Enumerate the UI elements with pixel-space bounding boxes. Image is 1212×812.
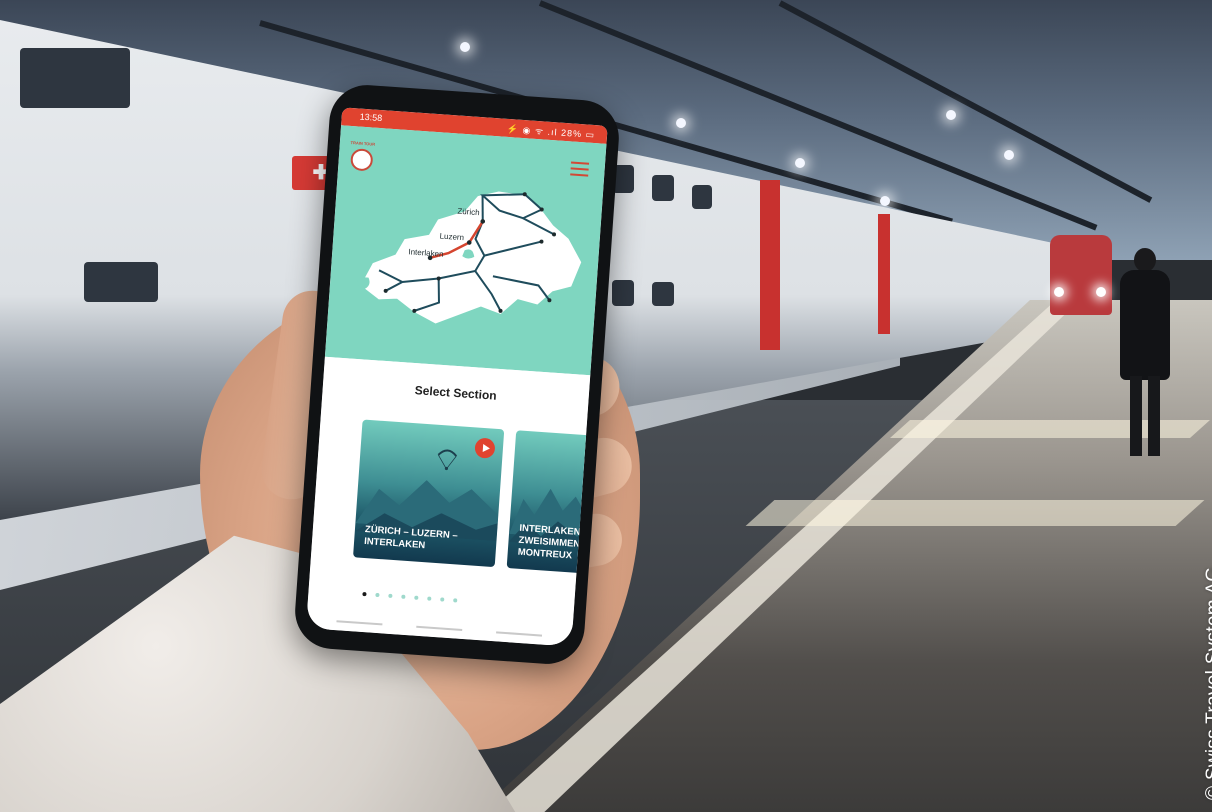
sunlight-strip (745, 500, 1205, 526)
phone-screen: 13:58 ⚡ ◉ ᯤ .ıl 28% ▭ TRAIN TOUR Zürich … (305, 107, 608, 647)
nav-indicator[interactable] (496, 631, 543, 637)
train-window (612, 280, 634, 306)
person-leg (1148, 376, 1160, 456)
train-window (20, 48, 130, 108)
section-card[interactable]: INTERLAKEN ZWEISIMMEN MONTREUX (506, 430, 597, 574)
section-card-label: INTERLAKEN ZWEISIMMEN MONTREUX (517, 522, 581, 562)
headlight (1096, 287, 1106, 297)
person-head (1134, 248, 1156, 272)
train-window (652, 282, 674, 306)
pagination-dot[interactable] (453, 598, 458, 603)
pagination-dot[interactable] (427, 596, 432, 601)
roof-light (880, 196, 890, 206)
headlight (1054, 287, 1064, 297)
train-window (84, 262, 158, 302)
status-time: 13:58 (359, 111, 383, 124)
section-title: Select Section (414, 383, 498, 403)
train-door (760, 180, 780, 350)
pagination-dot[interactable] (440, 597, 445, 602)
train-window (692, 185, 712, 209)
hamburger-menu-icon[interactable] (570, 161, 590, 177)
person-walking (1110, 248, 1180, 458)
pagination-dot[interactable] (375, 592, 380, 598)
play-button[interactable] (474, 437, 496, 459)
logo-text: TRAIN TOUR (350, 140, 376, 147)
pagination-dot[interactable] (414, 595, 419, 600)
roof-light (460, 42, 470, 52)
section-card[interactable]: ZÜRICH – LUZERN – INTERLAKEN (353, 419, 505, 568)
pagination-dot[interactable] (401, 594, 406, 599)
train-window (652, 175, 674, 201)
oncoming-train (1050, 235, 1112, 315)
pagination-dot[interactable] (388, 593, 393, 599)
map-label-zurich: Zürich (457, 207, 480, 218)
paraglider-icon (437, 449, 458, 471)
roof-light (676, 118, 686, 128)
roof-light (1004, 150, 1014, 160)
map-header: TRAIN TOUR Zürich Luzern Interlaken (324, 125, 607, 376)
switzerland-route-map[interactable]: Zürich Luzern Interlaken (338, 166, 591, 352)
pagination-dots[interactable] (362, 591, 458, 603)
nav-indicator[interactable] (336, 620, 383, 626)
smartphone: 13:58 ⚡ ◉ ᯤ .ıl 28% ▭ TRAIN TOUR Zürich … (292, 82, 622, 667)
roof-light (795, 158, 805, 168)
train-door (878, 214, 890, 334)
section-picker: Select Section ZÜRICH – LUZERN – INTERLA… (305, 356, 597, 647)
system-nav-bar (336, 620, 543, 637)
person-body (1120, 270, 1170, 380)
person-leg (1130, 376, 1142, 456)
pagination-dot[interactable] (362, 591, 367, 597)
photo-credit: © Swiss Travel System AG (1203, 566, 1212, 800)
roof-light (946, 110, 956, 120)
nav-indicator[interactable] (416, 625, 463, 631)
map-label-luzern: Luzern (439, 231, 464, 242)
